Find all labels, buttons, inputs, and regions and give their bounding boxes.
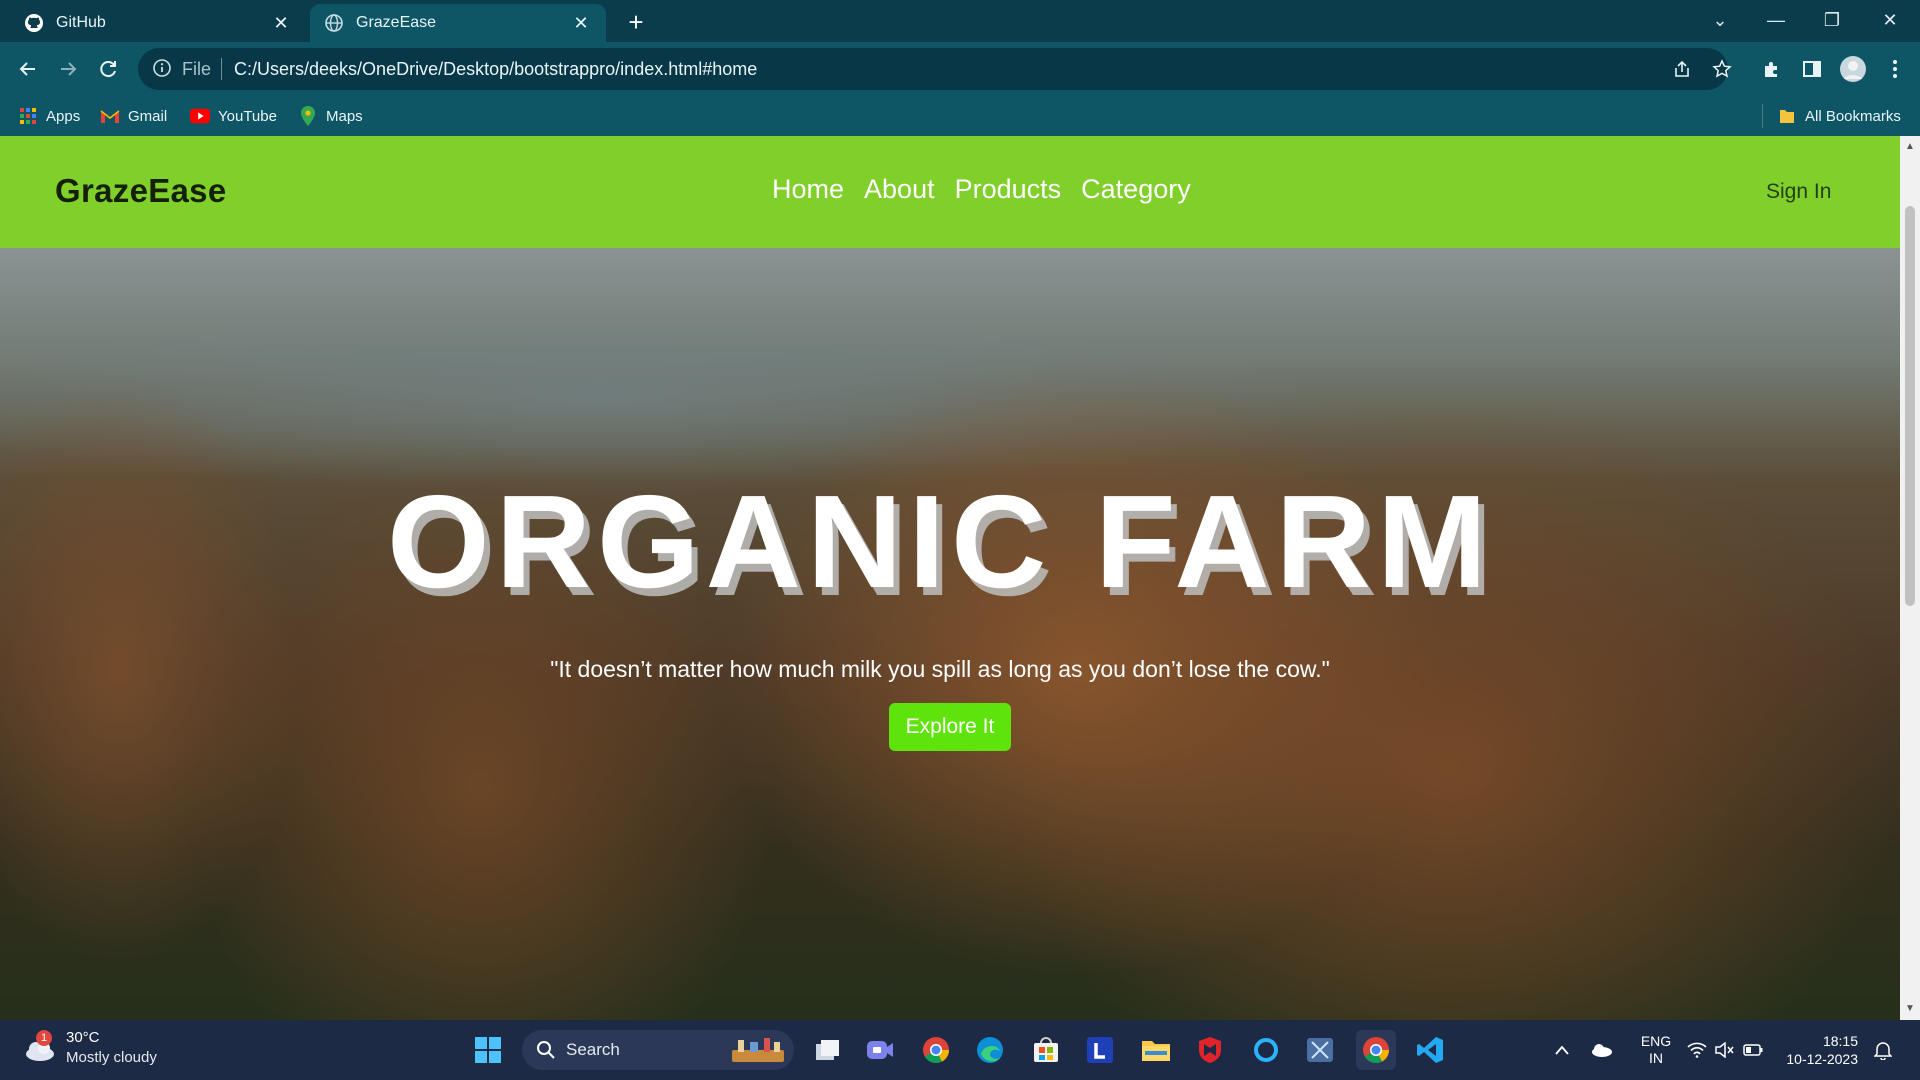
scroll-down-icon[interactable]: ▼ [1905,1004,1915,1014]
apps-grid-icon [18,106,38,126]
l-app-icon[interactable] [1080,1030,1120,1070]
teams-meet-icon[interactable] [860,1030,900,1070]
bookmark-maps[interactable]: Maps [298,104,363,128]
side-panel-icon[interactable] [1797,54,1827,84]
notification-bell-icon[interactable] [1870,1030,1896,1070]
nav-link-home[interactable]: Home [772,174,844,205]
weather-desc: Mostly cloudy [66,1049,157,1066]
mcafee-icon[interactable] [1190,1030,1230,1070]
volume-muted-icon[interactable] [1712,1030,1738,1070]
scroll-up-icon[interactable]: ▲ [1905,142,1915,152]
wifi-icon[interactable] [1684,1030,1710,1070]
scrollbar-thumb[interactable] [1905,206,1915,606]
reload-icon[interactable] [92,53,124,85]
hero-background-image [0,248,1900,1020]
star-icon[interactable] [1707,54,1737,84]
page-scrollbar[interactable]: ▲ ▼ [1900,136,1920,1020]
windows-start-icon[interactable] [468,1030,508,1070]
window-close-icon[interactable]: ✕ [1870,4,1910,36]
bookmark-label: All Bookmarks [1805,107,1901,125]
battery-icon[interactable] [1740,1030,1766,1070]
notification-badge: 1 [36,1030,52,1046]
tab-title: GrazeEase [356,14,437,31]
hero-quote: "It doesn’t matter how much milk you spi… [550,656,1330,682]
youtube-icon [190,106,210,126]
nav-link-about[interactable]: About [864,174,935,205]
cortana-ring-icon[interactable] [1246,1030,1286,1070]
tab-search-chevron-icon[interactable]: ⌄ [1700,4,1740,36]
minimize-icon[interactable]: — [1756,4,1796,36]
restore-icon[interactable]: ❐ [1812,4,1852,36]
search-label: Search [566,1040,620,1059]
chrome-icon[interactable] [916,1030,956,1070]
search-icon [536,1040,556,1060]
gmail-icon [100,106,120,126]
hero-section: ORGANIC FARM "It doesn’t matter how much… [0,248,1900,1020]
tab-bar: GitHub ✕ GrazeEase ✕ + ⌄ — ❐ ✕ [0,0,1920,42]
language-indicator[interactable]: ENG IN [1634,1030,1678,1070]
hero-title: ORGANIC FARM [387,468,1493,615]
extensions-puzzle-icon[interactable] [1757,54,1787,84]
browser-toolbar: File C:/Users/deeks/OneDrive/Desktop/boo… [0,42,1920,96]
close-icon[interactable]: ✕ [270,12,292,34]
nav-link-category[interactable]: Category [1081,174,1191,205]
forward-arrow-icon[interactable] [52,53,84,85]
folder-icon [1777,106,1797,126]
tab-title: GitHub [56,14,106,31]
taskbar: 1 30°C Mostly cloudy Search ENG IN 18:15… [0,1020,1920,1080]
weather-temp: 30°C [66,1029,100,1046]
snipping-tool-icon[interactable] [1300,1030,1340,1070]
site-brand[interactable]: GrazeEase [55,172,227,210]
clock-time: 18:15 [1822,1033,1858,1049]
bookmark-label: Apps [46,107,81,125]
site-navbar: GrazeEase Home About Products Category S… [0,136,1900,248]
cloud-icon: 1 [22,1030,58,1066]
vscode-icon[interactable] [1410,1030,1450,1070]
bookmark-gmail[interactable]: Gmail [100,104,167,128]
bookmark-label: Maps [326,107,363,125]
close-icon[interactable]: ✕ [570,12,592,34]
bookmark-youtube[interactable]: YouTube [190,104,277,128]
chrome-active-icon[interactable] [1356,1030,1396,1070]
address-bar[interactable]: File C:/Users/deeks/OneDrive/Desktop/boo… [138,48,1728,90]
nav-link-products[interactable]: Products [955,174,1062,205]
search-highlight-icon [730,1036,786,1064]
bookmark-label: Gmail [128,107,168,125]
sign-in-link[interactable]: Sign In [1766,180,1831,204]
explore-button[interactable]: Explore It [889,703,1011,751]
divider [221,58,223,80]
url-text[interactable]: C:/Users/deeks/OneDrive/Desktop/bootstra… [234,59,757,80]
language-line2: IN [1649,1050,1663,1066]
microsoft-store-icon[interactable] [1026,1030,1066,1070]
file-explorer-icon[interactable] [1136,1030,1176,1070]
weather-widget[interactable]: 1 30°C Mostly cloudy [22,1028,157,1068]
kebab-menu-icon[interactable] [1880,54,1910,84]
globe-icon [324,13,344,33]
info-icon[interactable] [152,58,174,80]
bookmark-label: YouTube [218,107,277,125]
maps-icon [298,106,318,126]
tab-grazeease[interactable]: GrazeEase ✕ [310,4,606,42]
back-arrow-icon[interactable] [12,53,44,85]
onedrive-cloud-icon[interactable] [1586,1030,1616,1070]
new-tab-button[interactable]: + [622,7,650,37]
page-viewport: GrazeEase Home About Products Category S… [0,136,1900,1020]
all-bookmarks[interactable]: All Bookmarks [1762,104,1901,128]
nav-links: Home About Products Category [772,174,1191,205]
share-icon[interactable] [1667,54,1697,84]
taskbar-search[interactable]: Search [522,1030,794,1070]
url-scheme: File [182,58,212,79]
profile-avatar[interactable] [1838,54,1868,84]
clock[interactable]: 18:15 10-12-2023 [1782,1030,1858,1070]
bookmark-apps[interactable]: Apps [18,104,80,128]
clock-date: 10-12-2023 [1786,1051,1858,1067]
github-icon [24,13,44,33]
bookmarks-bar: Apps Gmail YouTube Maps All Bookmarks [0,96,1920,136]
chevron-up-icon[interactable] [1550,1030,1574,1070]
tab-github[interactable]: GitHub ✕ [10,4,306,42]
language-line1: ENG [1640,1033,1672,1049]
edge-icon[interactable] [970,1030,1010,1070]
task-view-icon[interactable] [808,1030,848,1070]
